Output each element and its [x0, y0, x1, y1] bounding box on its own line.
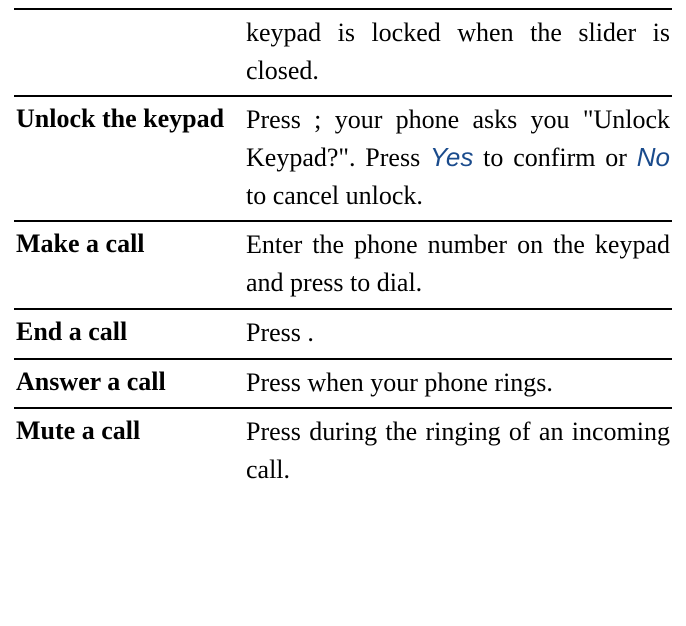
desc-text: to cancel unlock. — [246, 181, 423, 210]
row-label: Answer a call — [14, 359, 244, 409]
table-row: Mute a call Press during the ringing of … — [14, 408, 672, 494]
row-desc: Press . — [244, 309, 672, 359]
no-text: No — [637, 142, 670, 172]
manual-excerpt: keypad is locked when the slider is clos… — [0, 0, 686, 626]
row-label — [14, 9, 244, 96]
table-row: Unlock the keypad Press ; your phone ask… — [14, 96, 672, 221]
table-row: keypad is locked when the slider is clos… — [14, 9, 672, 96]
desc-text: to confirm or — [473, 143, 636, 172]
row-label: Mute a call — [14, 408, 244, 494]
row-desc: Enter the phone number on the keypad and… — [244, 221, 672, 308]
row-desc: Press when your phone rings. — [244, 359, 672, 409]
row-desc: Press ; your phone asks you "Unlock Keyp… — [244, 96, 672, 221]
instructions-table: keypad is locked when the slider is clos… — [14, 8, 672, 495]
row-desc: keypad is locked when the slider is clos… — [244, 9, 672, 96]
table-row: Make a call Enter the phone number on th… — [14, 221, 672, 308]
row-label: End a call — [14, 309, 244, 359]
yes-text: Yes — [430, 142, 473, 172]
row-label: Make a call — [14, 221, 244, 308]
row-label: Unlock the keypad — [14, 96, 244, 221]
table-row: End a call Press . — [14, 309, 672, 359]
row-desc: Press during the ringing of an incoming … — [244, 408, 672, 494]
table-row: Answer a call Press when your phone ring… — [14, 359, 672, 409]
